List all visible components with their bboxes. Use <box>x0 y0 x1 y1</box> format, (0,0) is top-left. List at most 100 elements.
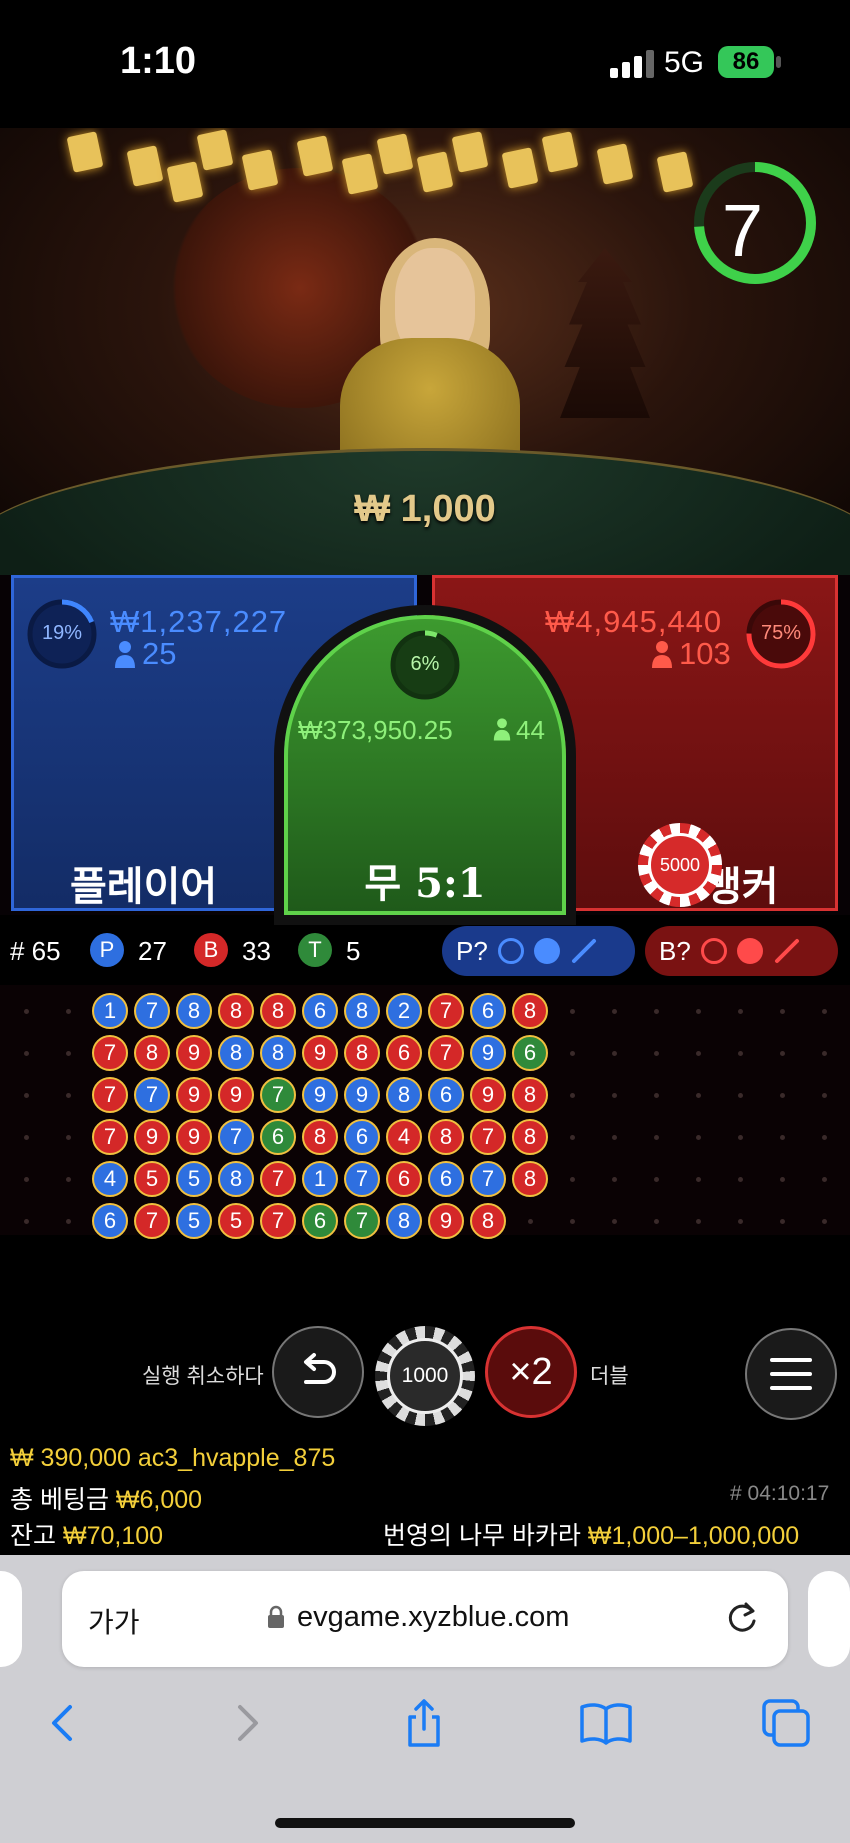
empty-cell <box>654 1051 659 1056</box>
predict-player-button[interactable]: P? <box>442 926 635 976</box>
empty-cell <box>780 1009 785 1014</box>
double-button[interactable]: ×2 <box>485 1326 577 1418</box>
player-count: 25 <box>142 636 177 671</box>
bead-cell: 7 <box>344 1203 380 1239</box>
empty-cell <box>24 1177 29 1182</box>
bead-cell: 7 <box>218 1119 254 1155</box>
empty-cell <box>696 1135 701 1140</box>
empty-cell <box>24 1009 29 1014</box>
last-win: ₩ 390,000 ac3_hvapple_875 <box>10 1444 336 1472</box>
bead-cell: 8 <box>176 993 212 1029</box>
lantern <box>451 131 489 173</box>
bead-cell: 7 <box>470 1161 506 1197</box>
empty-cell <box>780 1135 785 1140</box>
bead-cell: 9 <box>302 1077 338 1113</box>
lantern <box>196 129 234 171</box>
total-bet-label: 총 베팅금 <box>10 1486 109 1514</box>
bet-controls: 실행 취소하다 1000 ×2 더블 <box>0 1290 850 1440</box>
empty-cell <box>822 1051 827 1056</box>
placed-chip[interactable]: 5000 <box>638 823 722 907</box>
empty-cell <box>24 1135 29 1140</box>
empty-cell <box>66 1009 71 1014</box>
table-row: 번영의 나무 바카라 ₩1,000–1,000,000 <box>383 1516 799 1552</box>
table-name: 번영의 나무 바카라 <box>383 1522 581 1550</box>
empty-cell <box>612 1219 617 1224</box>
bead-cell: 7 <box>134 993 170 1029</box>
reload-icon[interactable] <box>722 1599 762 1639</box>
back-icon[interactable] <box>36 1695 92 1751</box>
lantern <box>656 151 694 193</box>
bead-cell: 8 <box>512 993 548 1029</box>
empty-cell <box>738 1009 743 1014</box>
cockroach-b-icon <box>774 939 799 963</box>
user-icon <box>493 718 511 741</box>
tabs-icon[interactable] <box>758 1695 814 1751</box>
bead-cell: 8 <box>512 1077 548 1113</box>
bead-cell: 8 <box>302 1119 338 1155</box>
bookmarks-icon[interactable] <box>578 1695 634 1751</box>
empty-cell <box>654 1135 659 1140</box>
player-label: 플레이어 <box>70 865 218 909</box>
tie-bet-spot[interactable]: 6% ₩373,950.25 44 무 5:1 <box>284 615 566 915</box>
bead-cell: 7 <box>134 1203 170 1239</box>
tie-wins: 5 <box>346 936 361 966</box>
empty-cell <box>570 1219 575 1224</box>
forward-icon[interactable] <box>218 1695 274 1751</box>
undo-button[interactable] <box>272 1326 364 1418</box>
predict-player-label: P? <box>456 935 488 966</box>
bead-cell: 7 <box>260 1161 296 1197</box>
big-road-b-icon <box>700 938 727 964</box>
clock: 1:10 <box>120 40 197 82</box>
bead-cell: 4 <box>386 1119 422 1155</box>
empty-cell <box>822 1219 827 1224</box>
address-bar[interactable]: 가가 evgame.xyzblue.com <box>62 1571 788 1667</box>
empty-cell <box>738 1135 743 1140</box>
bead-cell: 9 <box>470 1035 506 1071</box>
empty-cell <box>570 1093 575 1098</box>
bead-cell: 7 <box>134 1077 170 1113</box>
bead-cell: 5 <box>218 1203 254 1239</box>
player-wins: 27 <box>138 936 167 966</box>
empty-cell <box>780 1177 785 1182</box>
empty-cell <box>696 1177 701 1182</box>
banker-percent: 75% <box>760 622 802 644</box>
predict-banker-button[interactable]: B? <box>645 926 838 976</box>
cockroach-p-icon <box>571 939 596 963</box>
empty-cell <box>654 1219 659 1224</box>
empty-cell <box>780 1051 785 1056</box>
bead-cell: 8 <box>512 1161 548 1197</box>
next-tab[interactable] <box>808 1571 850 1667</box>
reader-settings-button[interactable]: 가가 <box>88 1601 140 1641</box>
bead-cell: 8 <box>260 1035 296 1071</box>
empty-cell <box>738 1051 743 1056</box>
empty-cell <box>738 1177 743 1182</box>
bead-road[interactable]: 1777467879578999558897858876776998168896… <box>0 985 850 1239</box>
undo-label: 실행 취소하다 <box>142 1365 264 1388</box>
previous-tab[interactable] <box>0 1571 22 1667</box>
double-label: 더블 <box>590 1365 629 1388</box>
chip-selector[interactable]: 1000 <box>375 1326 475 1426</box>
menu-button[interactable] <box>745 1328 837 1420</box>
user-icon <box>652 641 672 668</box>
chip-value: 5000 <box>648 833 712 897</box>
table-limits: ₩1,000–1,000,000 <box>587 1522 800 1550</box>
share-icon[interactable] <box>396 1695 452 1751</box>
empty-cell <box>612 1093 617 1098</box>
lantern <box>166 161 204 203</box>
bead-cell: 5 <box>176 1161 212 1197</box>
empty-cell <box>654 1177 659 1182</box>
hamburger-icon <box>770 1358 812 1390</box>
empty-cell <box>738 1219 743 1224</box>
player-percent: 19% <box>41 622 83 644</box>
big-road-p-icon <box>497 938 524 964</box>
lantern <box>126 145 164 187</box>
bead-cell: 5 <box>176 1203 212 1239</box>
pagoda-backdrop <box>560 248 650 418</box>
empty-cell <box>654 1009 659 1014</box>
bead-cell: 7 <box>92 1077 128 1113</box>
lantern <box>376 133 414 175</box>
bead-cell: 9 <box>344 1077 380 1113</box>
bead-cell: 7 <box>428 993 464 1029</box>
empty-cell <box>612 1009 617 1014</box>
info-panel: ₩ 390,000 ac3_hvapple_875 총 베팅금 ₩6,000 #… <box>0 1440 850 1555</box>
